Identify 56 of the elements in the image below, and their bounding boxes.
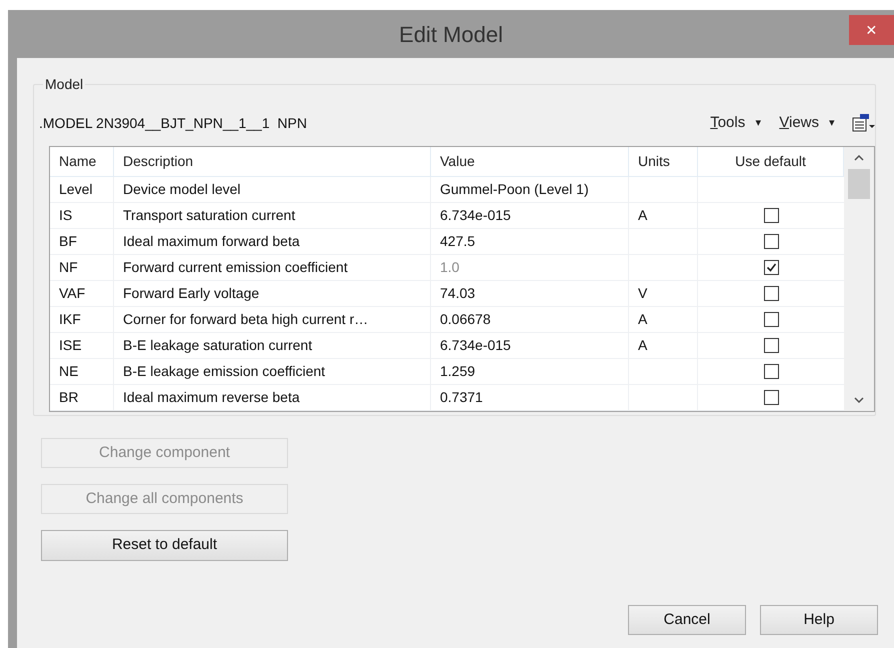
table-cell-text: 74.03 <box>440 284 476 303</box>
table-cell-text: BF <box>59 232 77 251</box>
table-cell-text: Device model level <box>123 180 240 199</box>
table-cell-text: 1.0 <box>440 258 460 277</box>
table-cell-text: 427.5 <box>440 232 476 251</box>
table-cell-text: V <box>638 284 648 303</box>
table-cell-text: Forward current emission coefficient <box>123 258 348 277</box>
table-cell-text: IS <box>59 206 72 225</box>
checkbox[interactable] <box>764 234 778 249</box>
scroll-up-icon[interactable] <box>854 155 864 161</box>
scrollbar[interactable] <box>844 147 874 411</box>
scroll-thumb[interactable] <box>848 169 870 199</box>
checkbox[interactable] <box>764 338 778 353</box>
table-cell-text: Corner for forward beta high current r… <box>123 310 368 329</box>
table-cell-text: B-E leakage saturation current <box>123 336 312 355</box>
close-button[interactable]: ✕ <box>849 15 894 45</box>
table-cell-text: Ideal maximum forward beta <box>123 232 300 251</box>
table-cell-text: Ideal maximum reverse beta <box>123 388 300 407</box>
column-header[interactable]: Description <box>114 147 431 176</box>
table-cell-text: 0.7371 <box>440 388 483 407</box>
table-cell-text: Forward Early voltage <box>123 284 260 303</box>
checkbox[interactable] <box>764 286 778 301</box>
table-cell-text: A <box>638 336 648 355</box>
table-cell-text: VAF <box>59 284 86 303</box>
table-cell-text: NF <box>59 258 78 277</box>
column-header[interactable]: Name <box>50 147 114 176</box>
table-cell-text: NE <box>59 362 78 381</box>
table-cell-text: IKF <box>59 310 81 329</box>
dialog-button[interactable]: Help <box>760 605 878 635</box>
table-cell-text: Transport saturation current <box>123 206 296 225</box>
action-button[interactable]: Reset to default <box>41 530 288 561</box>
table-cell-text: Level <box>59 180 92 199</box>
table-cell-text: A <box>638 310 648 329</box>
table-cell-text: B-E leakage emission coefficient <box>123 362 326 381</box>
table-cell-text: 6.734e-015 <box>440 206 511 225</box>
menu-button[interactable]: Tools ▾ <box>710 112 762 134</box>
table-cell-text: Gummel-Poon (Level 1) <box>440 180 589 199</box>
table-cell-text: 6.734e-015 <box>440 336 511 355</box>
window-title: Edit Model <box>399 20 503 48</box>
table-cell-text: 1.259 <box>440 362 476 381</box>
checkbox[interactable] <box>764 364 778 379</box>
model-name: .MODEL 2N3904__BJT_NPN__1__1 NPN <box>39 114 307 133</box>
table-cell-text: ISE <box>59 336 82 355</box>
column-header[interactable]: Value <box>431 147 629 176</box>
table-cell-text: A <box>638 206 648 225</box>
dialog-button[interactable]: Cancel <box>628 605 746 635</box>
table-cell-text: BR <box>59 388 78 407</box>
properties-icon[interactable] <box>851 113 875 134</box>
scroll-down-icon[interactable] <box>854 397 864 403</box>
table-cell-text: 0.06678 <box>440 310 491 329</box>
checkbox[interactable] <box>764 208 778 223</box>
checkbox[interactable] <box>764 312 778 327</box>
menu-button[interactable]: Views ▾ <box>779 112 835 134</box>
checkbox[interactable] <box>764 260 778 275</box>
column-header[interactable]: Units <box>629 147 698 176</box>
checkbox[interactable] <box>764 390 778 405</box>
